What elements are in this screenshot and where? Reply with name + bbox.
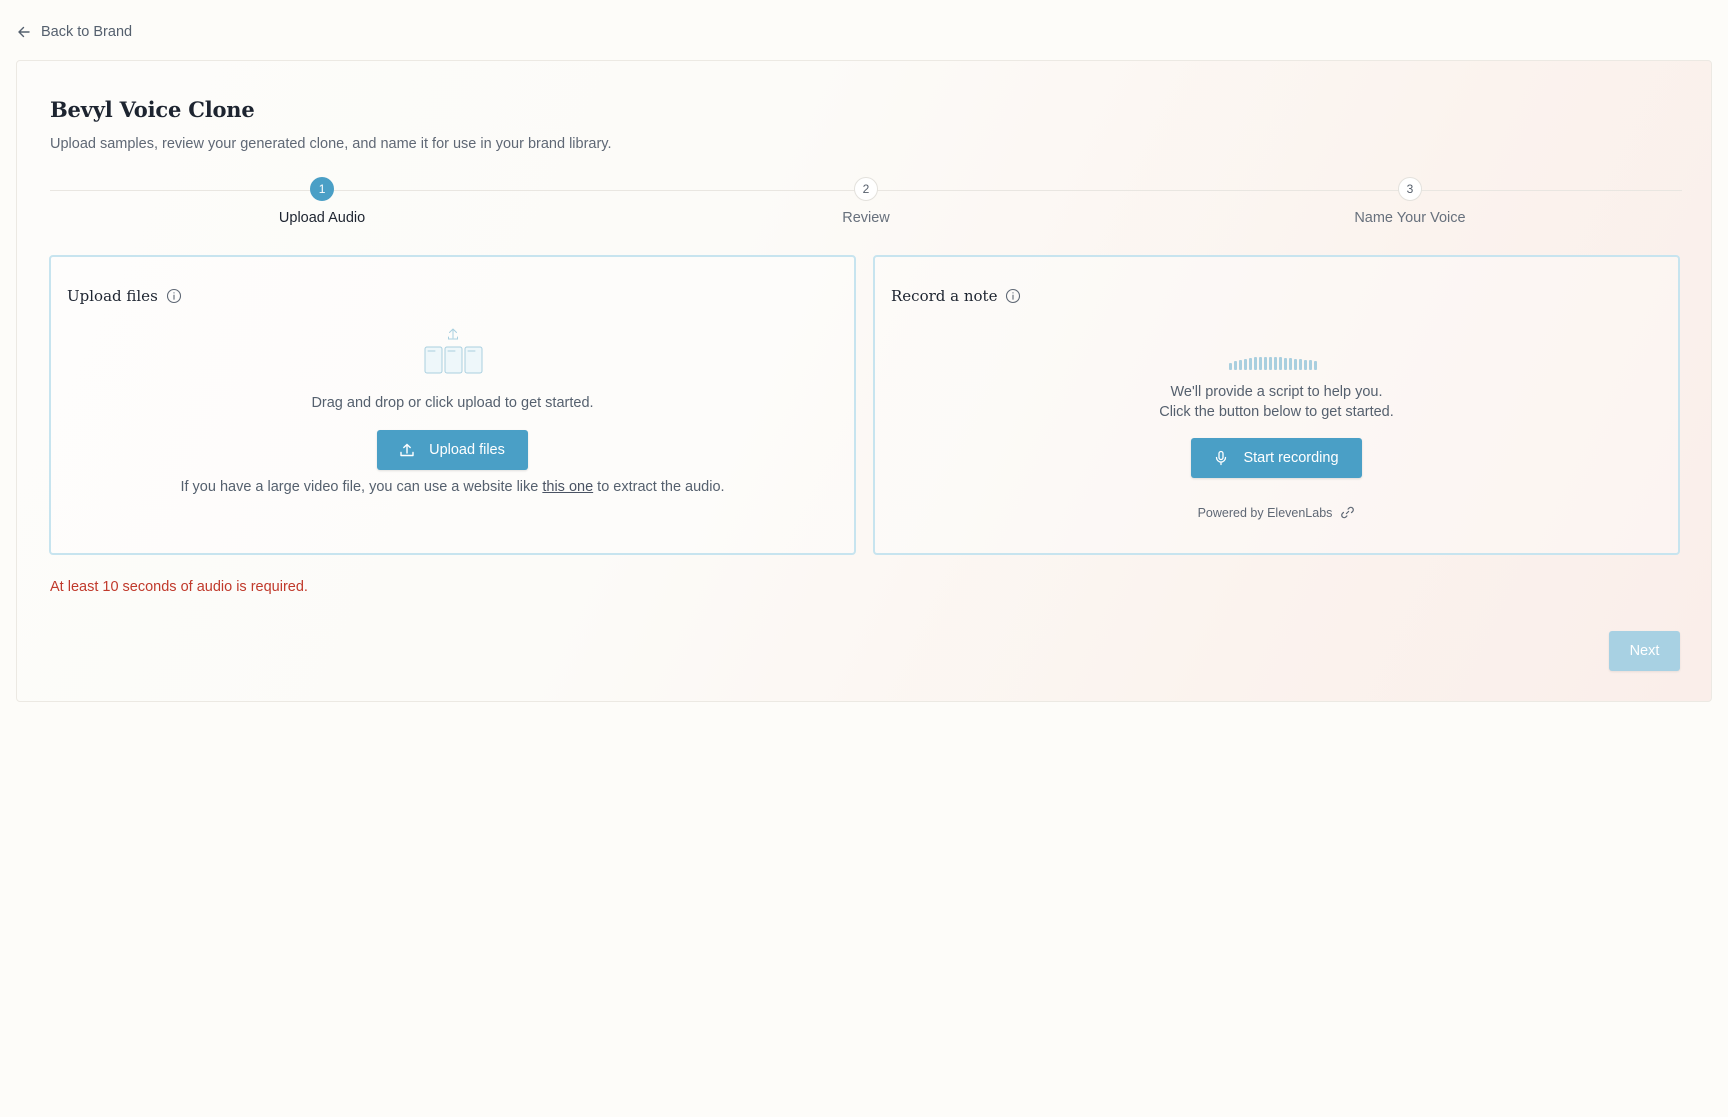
step-upload-audio: 1 Upload Audio	[222, 177, 422, 226]
page-title: Bevyl Voice Clone	[50, 97, 255, 122]
step-number: 1	[310, 177, 335, 201]
upload-icon	[400, 443, 414, 457]
step-label: Review	[842, 210, 890, 226]
powered-by-text: Powered by ElevenLabs	[1197, 505, 1333, 520]
info-icon[interactable]	[166, 288, 182, 304]
upload-hint: If you have a large video file, you can …	[51, 477, 854, 497]
step-label: Upload Audio	[278, 210, 366, 226]
link-icon	[1341, 506, 1355, 519]
upload-instruction: Drag and drop or click upload to get sta…	[311, 395, 594, 411]
powered-by-elevenlabs[interactable]: Powered by ElevenLabs	[875, 505, 1678, 520]
hint-text-before: If you have a large video file, you can …	[180, 479, 543, 495]
record-panel-title: Record a note	[891, 287, 1021, 305]
upload-files-button[interactable]: Upload files	[376, 430, 528, 470]
start-recording-button[interactable]: Start recording	[1190, 438, 1362, 478]
upload-files-panel[interactable]: Upload files Drag and drop or click uplo…	[49, 255, 856, 555]
step-number: 2	[854, 177, 878, 201]
voice-clone-card: Bevyl Voice Clone Upload samples, review…	[16, 60, 1712, 702]
files-illustration-icon	[424, 328, 482, 374]
step-label: Name Your Voice	[1354, 210, 1466, 226]
record-line-1: We'll provide a script to help you.	[1170, 384, 1383, 400]
info-icon[interactable]	[1005, 288, 1021, 304]
arrow-left-icon	[18, 26, 30, 38]
record-panel-title-text: Record a note	[891, 287, 998, 305]
back-link-label: Back to Brand	[41, 24, 133, 40]
record-note-panel: Record a note We'll provide a script to …	[873, 255, 1680, 555]
record-button-label: Start recording	[1243, 450, 1339, 466]
upload-button-label: Upload files	[429, 442, 505, 458]
upload-panel-title-text: Upload files	[67, 287, 158, 305]
next-button[interactable]: Next	[1609, 631, 1680, 671]
step-number: 3	[1397, 177, 1422, 201]
record-line-2: Click the button below to get started.	[1159, 404, 1394, 420]
audio-waveform-icon	[1228, 357, 1317, 370]
stepper: 1 Upload Audio 2 Review 3 Name Your Voic…	[50, 177, 1682, 233]
upload-panel-title: Upload files	[67, 287, 182, 305]
extract-audio-link[interactable]: this one	[542, 479, 593, 495]
back-to-brand-link[interactable]: Back to Brand	[16, 24, 132, 40]
hint-text-after: to extract the audio.	[593, 479, 725, 495]
microphone-icon	[1216, 450, 1227, 466]
step-review: 2 Review	[766, 177, 966, 226]
step-name-your-voice: 3 Name Your Voice	[1310, 177, 1510, 226]
page-subtitle: Upload samples, review your generated cl…	[50, 136, 612, 152]
error-message: At least 10 seconds of audio is required…	[50, 579, 308, 595]
